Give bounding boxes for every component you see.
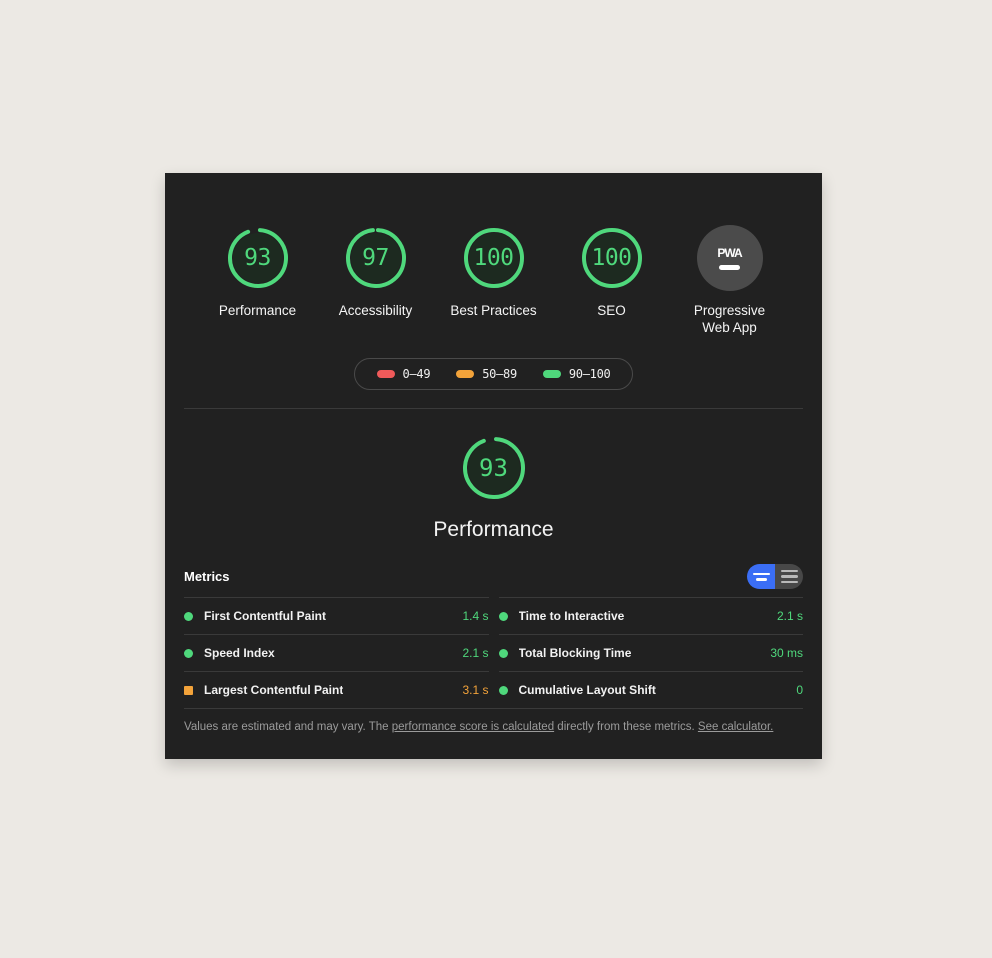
- legend-average-range: 50–89: [482, 367, 517, 381]
- pwa-label: PWA: [717, 246, 742, 260]
- metric-value: 30 ms: [770, 646, 803, 660]
- legend-item-fail: 0–49: [376, 367, 431, 381]
- performance-score-link[interactable]: performance score is calculated: [392, 721, 554, 733]
- metrics-toggle-simple[interactable]: [747, 564, 775, 589]
- metric-value: 2.1 s: [776, 609, 803, 623]
- score-gauge-pwa[interactable]: PWA Progressive Web App: [682, 225, 778, 336]
- metric-name: First Contentful Paint: [204, 609, 326, 623]
- legend-item-pass: 90–100: [542, 367, 611, 381]
- metric-value: 2.1 s: [462, 646, 489, 660]
- metric-name: Total Blocking Time: [518, 646, 632, 660]
- table-row[interactable]: Largest Contentful Paint 3.1 s: [184, 671, 489, 708]
- metric-pass-circle-icon: [498, 685, 508, 695]
- metrics-section: Metrics First Contentful Paint 1.4 s Spe…: [165, 564, 822, 735]
- gauge-score-seo: 100: [591, 244, 632, 271]
- metrics-header: Metrics: [184, 564, 803, 597]
- gauge-score-best-practices: 100: [473, 244, 514, 271]
- legend-pass-swatch-icon: [542, 370, 561, 378]
- table-row[interactable]: Speed Index 2.1 s: [184, 634, 489, 671]
- legend-fail-swatch-icon: [376, 370, 395, 378]
- disclaimer-text-1: Values are estimated and may vary. The: [184, 721, 392, 733]
- legend-average-swatch-icon: [456, 370, 475, 378]
- metrics-column-right: Time to Interactive 2.1 s Total Blocking…: [498, 597, 803, 708]
- table-row[interactable]: Cumulative Layout Shift 0: [498, 671, 803, 708]
- score-legend: 0–49 50–89 90–100: [353, 358, 634, 390]
- score-gauge-accessibility[interactable]: 97 Accessibility: [328, 225, 424, 319]
- metric-name: Cumulative Layout Shift: [518, 683, 656, 697]
- gauge-label-best-practices: Best Practices: [450, 303, 537, 318]
- score-gauge-best-practices[interactable]: 100 Best Practices: [446, 225, 542, 319]
- see-calculator-link[interactable]: See calculator.: [698, 721, 773, 733]
- gauge-ring-accessibility: 97: [343, 225, 409, 291]
- bars-full-icon-line-3: [780, 580, 798, 584]
- gauge-score-accessibility: 97: [362, 244, 389, 271]
- metric-value: 3.1 s: [462, 683, 489, 697]
- legend-item-average: 50–89: [456, 367, 517, 381]
- metrics-toggle-detailed[interactable]: [775, 564, 803, 589]
- metric-name: Time to Interactive: [518, 609, 625, 623]
- metric-pass-circle-icon: [498, 611, 508, 621]
- metrics-disclaimer: Values are estimated and may vary. The p…: [184, 708, 803, 735]
- metric-name: Largest Contentful Paint: [204, 683, 344, 697]
- legend-fail-range: 0–49: [402, 367, 431, 381]
- gauge-ring-best-practices: 100: [461, 225, 527, 291]
- bars-left-icon-line-2: [755, 578, 767, 581]
- metrics-column-left: First Contentful Paint 1.4 s Speed Index…: [184, 597, 489, 708]
- category-header-performance: 93 Performance: [165, 409, 822, 542]
- gauge-ring-performance: 93: [225, 225, 291, 291]
- category-scores-row: 93 Performance 97 Accessibility 100 Best…: [165, 173, 822, 336]
- metrics-grid: First Contentful Paint 1.4 s Speed Index…: [184, 597, 803, 708]
- bars-full-icon-line-1: [780, 569, 798, 573]
- metric-value: 0: [796, 683, 803, 697]
- score-legend-wrapper: 0–49 50–89 90–100: [165, 358, 822, 390]
- gauge-score-performance: 93: [244, 244, 271, 271]
- table-row[interactable]: Total Blocking Time 30 ms: [498, 634, 803, 671]
- gauge-label-performance: Performance: [218, 303, 297, 318]
- score-gauge-seo[interactable]: 100 SEO: [564, 225, 660, 319]
- gauge-label-pwa: Progressive Web App: [693, 303, 766, 335]
- hero-category-title: Performance: [433, 518, 554, 541]
- legend-pass-range: 90–100: [568, 367, 611, 381]
- disclaimer-text-2: directly from these metrics.: [554, 721, 698, 733]
- lighthouse-report-card: 93 Performance 97 Accessibility 100 Best…: [165, 173, 822, 759]
- table-row[interactable]: Time to Interactive 2.1 s: [498, 597, 803, 634]
- hero-gauge-score: 93: [479, 454, 508, 482]
- hero-gauge-ring: 93: [460, 434, 528, 502]
- bars-full-icon-line-2: [780, 575, 798, 578]
- bars-left-icon-line-1: [752, 572, 770, 575]
- pwa-badge-icon: PWA: [696, 225, 763, 291]
- metric-pass-circle-icon: [498, 648, 508, 658]
- page-background: 93 Performance 97 Accessibility 100 Best…: [0, 0, 992, 958]
- metric-name: Speed Index: [204, 646, 275, 660]
- metric-value: 1.4 s: [462, 609, 489, 623]
- metrics-title: Metrics: [184, 569, 230, 584]
- metric-pass-circle-icon: [184, 648, 193, 658]
- metric-pass-circle-icon: [184, 611, 193, 621]
- pwa-dash-icon: [719, 265, 740, 270]
- score-gauge-performance[interactable]: 93 Performance: [210, 225, 306, 319]
- gauge-ring-seo: 100: [579, 225, 645, 291]
- metrics-view-toggle[interactable]: [747, 564, 803, 589]
- metric-average-square-icon: [184, 685, 193, 695]
- gauge-label-seo: SEO: [597, 303, 626, 318]
- gauge-label-accessibility: Accessibility: [338, 303, 413, 318]
- table-row[interactable]: First Contentful Paint 1.4 s: [184, 597, 489, 634]
